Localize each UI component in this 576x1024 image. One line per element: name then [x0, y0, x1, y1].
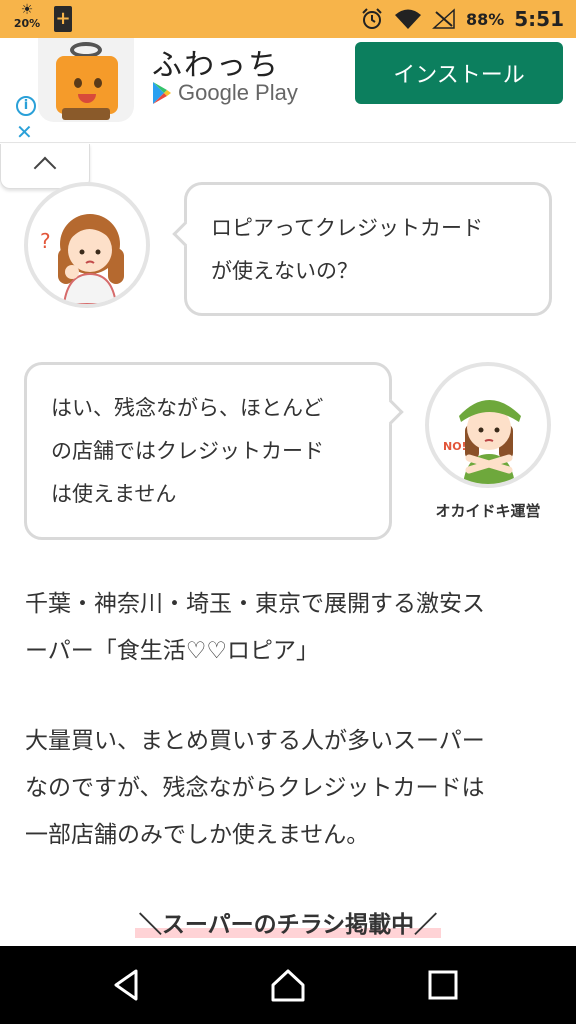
answer-line-2: の店舗ではクレジットカード [51, 439, 324, 463]
install-button[interactable]: インストール [355, 42, 563, 104]
flyer-promo-heading[interactable]: ＼スーパーのチラシ掲載中／ [0, 905, 576, 939]
operator-name: オカイドキ運営 [435, 502, 541, 520]
flyer-promo-text[interactable]: ＼スーパーのチラシ掲載中／ [134, 912, 442, 938]
info-icon[interactable]: i [16, 96, 36, 116]
answer-line-1: はい、残念ながら、ほとんど [51, 396, 324, 420]
status-bar-left: ☀ 20% + [10, 2, 72, 32]
question-woman-illustration: ? [40, 214, 124, 304]
navigation-bar [0, 946, 576, 1024]
ad-app-icon[interactable] [38, 38, 134, 122]
battery-percent: 88% [465, 9, 505, 29]
plus-icon: + [54, 6, 72, 32]
detail-paragraph: 大量買い、まとめ買いする人が多いスーパー なのですが、残念ながらクレジットカード… [25, 718, 555, 859]
weather-icon: ☀ 20% [13, 2, 41, 30]
google-play-icon [153, 82, 171, 104]
weather-percent: 20% [13, 17, 41, 30]
question-bubble: ロピアってクレジットカード が使えないの？ [172, 182, 552, 316]
ad-app-name[interactable]: ふわっち [152, 40, 280, 84]
ad-store-badge[interactable]: Google Play [152, 80, 298, 106]
svg-text:?: ? [40, 229, 51, 253]
ad-banner[interactable]: i ✕ ふわっち Google Play インストール [0, 38, 576, 143]
question-line-1: ロピアってクレジットカード [211, 216, 483, 240]
clock-time: 5:51 [514, 7, 564, 31]
home-icon[interactable] [268, 965, 308, 1005]
close-icon[interactable]: ✕ [16, 122, 33, 142]
answer-bubble: はい、残念ながら、ほとんど の店舗ではクレジットカード は使えません [24, 362, 404, 540]
intro-line-2: ーパー「食生活♡♡ロピア」 [25, 638, 320, 664]
chevron-up-icon [33, 156, 57, 180]
question-woman-avatar: ? [24, 182, 150, 308]
status-bar: ☀ 20% + 88% 5:51 [0, 0, 576, 38]
no-signal-icon [431, 8, 455, 29]
operator-avatar: NO! [425, 362, 551, 488]
ad-store-name: Google Play [178, 80, 298, 105]
detail-line-3: 一部店舗のみでしか使えません。 [25, 822, 370, 848]
question-line-2: が使えないの？ [211, 259, 358, 283]
detail-line-2: なのですが、残念ながらクレジットカードは [25, 775, 485, 801]
status-bar-right: 88% 5:51 [360, 0, 564, 38]
intro-paragraph: 千葉・神奈川・埼玉・東京で展開する激安ス ーパー「食生活♡♡ロピア」 [25, 581, 555, 675]
intro-line-1: 千葉・神奈川・埼玉・東京で展開する激安ス [25, 591, 485, 617]
operator-illustration: NO! [443, 400, 521, 484]
recents-icon[interactable] [423, 965, 463, 1005]
svg-text:NO!: NO! [443, 440, 467, 453]
alarm-icon [362, 8, 382, 29]
back-icon[interactable] [108, 965, 148, 1005]
wifi-icon [394, 9, 421, 29]
detail-line-1: 大量買い、まとめ買いする人が多いスーパー [25, 728, 485, 754]
answer-line-3: は使えません [51, 482, 177, 506]
